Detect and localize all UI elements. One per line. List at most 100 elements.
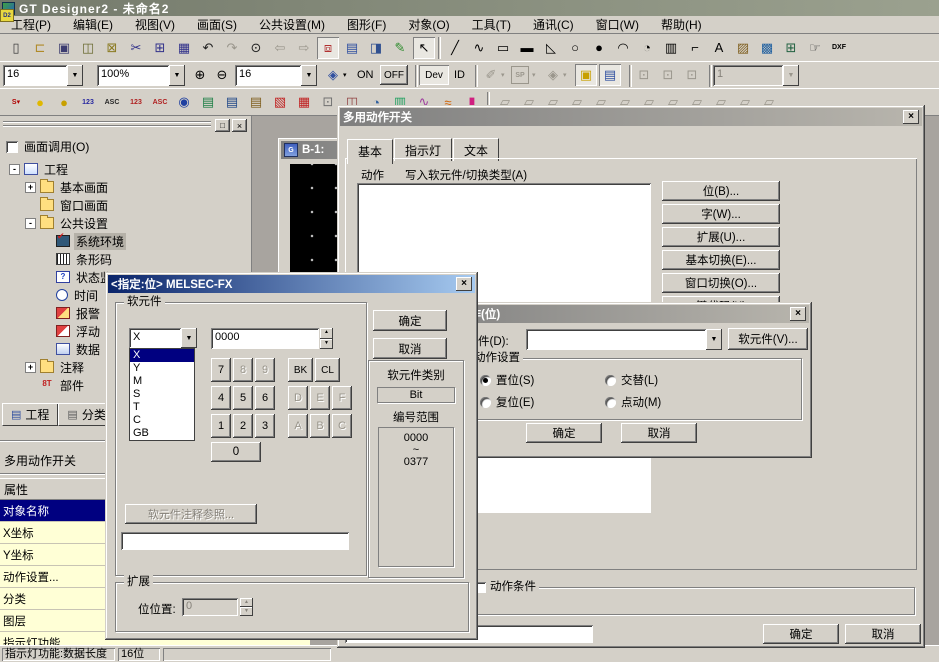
word-lamp-icon[interactable]: ●	[53, 91, 75, 113]
panel-maximize-button[interactable]: □	[215, 119, 230, 132]
action-radio-option[interactable]: 置位(S)	[480, 369, 605, 391]
pen-style-dropdown-icon[interactable]: ▾	[501, 71, 505, 79]
grid-on-label[interactable]: ON	[357, 69, 374, 81]
keypad-key[interactable]: B	[310, 414, 330, 438]
keypad-key[interactable]: 2	[233, 414, 253, 438]
keypad-key[interactable]: 4	[211, 386, 231, 410]
menu-item[interactable]: 窗口(W)	[585, 15, 650, 34]
spin-down-icon[interactable]: ▼	[320, 339, 333, 350]
tree-item[interactable]: - 工程	[2, 160, 248, 178]
arc-icon[interactable]: ◠	[612, 37, 634, 59]
keypad-key[interactable]: C	[332, 414, 352, 438]
device-type-combo[interactable]: X ▼	[129, 328, 197, 348]
action-type-button[interactable]: 扩展(U)...	[662, 227, 780, 247]
sp-marker-icon[interactable]: SP	[511, 66, 529, 84]
parts-display-icon[interactable]: ⊡	[317, 91, 339, 113]
rect-icon[interactable]: ▭	[492, 37, 514, 59]
next-screen-icon[interactable]: ⇨	[293, 37, 315, 59]
tree-expand-icon[interactable]: -	[9, 164, 20, 175]
tree-expand-icon[interactable]: -	[25, 218, 36, 229]
keypad-zero-key[interactable]: 0	[211, 442, 261, 462]
tree-item[interactable]: 系统环境	[2, 232, 248, 250]
text-icon[interactable]: A	[708, 37, 730, 59]
cancel-button[interactable]: 取消	[845, 624, 921, 644]
screen-call-checkbox[interactable]	[6, 141, 18, 153]
screen-image-icon[interactable]: ◨	[365, 37, 387, 59]
scale-icon[interactable]: ▥	[660, 37, 682, 59]
numeric-display-icon[interactable]: 123	[77, 91, 99, 113]
bit-lamp-icon[interactable]: ●	[29, 91, 51, 113]
save-screen-icon[interactable]: ◫	[77, 37, 99, 59]
hand-icon[interactable]: ☞	[804, 37, 826, 59]
select-cursor-icon[interactable]: ↖	[413, 37, 435, 59]
menu-item[interactable]: 通讯(C)	[522, 15, 585, 34]
device-number-spinner[interactable]: ▲▼	[320, 328, 333, 349]
paste-icon[interactable]: ▦	[173, 37, 195, 59]
menu-item[interactable]: 编辑(E)	[62, 15, 124, 34]
draw-pen-icon[interactable]: ✎	[389, 37, 411, 59]
zoom-in-icon[interactable]: ⊕	[189, 64, 211, 86]
device-type-option[interactable]: GB	[130, 427, 194, 440]
device-type-option[interactable]: M	[130, 375, 194, 388]
circle-icon[interactable]: ○	[564, 37, 586, 59]
bit-position-input[interactable]: 0	[182, 598, 238, 616]
device-type-option[interactable]: S	[130, 388, 194, 401]
menu-item[interactable]: 帮助(H)	[650, 15, 713, 34]
panel-grip[interactable]	[3, 121, 211, 123]
ungroup-icon[interactable]: ⊡	[657, 64, 679, 86]
open-icon[interactable]: ⊏	[29, 37, 51, 59]
keypad-key[interactable]: 9	[255, 358, 275, 382]
ascii-input-icon[interactable]: ASC	[149, 91, 171, 113]
action-radio-option[interactable]: 交替(L)	[605, 369, 730, 391]
ok-button[interactable]: 确定	[763, 624, 839, 644]
tree-expand-icon[interactable]: +	[25, 362, 36, 373]
id-label[interactable]: ID	[454, 69, 465, 81]
panel-grip[interactable]	[3, 125, 211, 127]
sector-icon[interactable]: ◔	[636, 37, 658, 59]
device-type-option[interactable]: Y	[130, 362, 194, 375]
grid-off-button[interactable]: OFF	[380, 65, 408, 85]
close-icon[interactable]: ×	[790, 307, 806, 321]
paint-icon[interactable]: ▨	[732, 37, 754, 59]
keypad-key[interactable]: A	[288, 414, 308, 438]
fill-style-dropdown-icon[interactable]: ▾	[563, 71, 567, 79]
menu-item[interactable]: 视图(V)	[124, 15, 186, 34]
device-display-toggle-icon[interactable]: ▣	[575, 64, 597, 86]
keypad-key[interactable]: 7	[211, 358, 231, 382]
copy-icon[interactable]: ⊞	[149, 37, 171, 59]
comment-screen-icon[interactable]: ▤	[245, 91, 267, 113]
close-icon[interactable]: ×	[903, 110, 919, 124]
ok-button[interactable]: 确定	[526, 423, 602, 443]
prev-screen-icon[interactable]: ⇦	[269, 37, 291, 59]
device-number-input[interactable]: 0000	[211, 328, 319, 349]
menu-item[interactable]: 图形(F)	[336, 15, 397, 34]
pipe-icon[interactable]: ⌐	[684, 37, 706, 59]
keypad-key[interactable]: F	[332, 386, 352, 410]
dialog-tab[interactable]: 基本	[347, 139, 393, 164]
tree-expand-icon[interactable]: +	[25, 182, 36, 193]
action-radio-option[interactable]: 复位(E)	[480, 391, 605, 413]
chevron-down-icon[interactable]: ▼	[181, 328, 197, 348]
tree-item[interactable]: 窗口画面	[2, 196, 248, 214]
keypad-key[interactable]: 8	[233, 358, 253, 382]
chevron-down-icon[interactable]: ▼	[169, 65, 185, 86]
keypad-key[interactable]: E	[310, 386, 330, 410]
action-radio-option[interactable]: 点动(M)	[605, 391, 730, 413]
filled-rect-icon[interactable]: ▬	[516, 37, 538, 59]
polygon-icon[interactable]: ◺	[540, 37, 562, 59]
cancel-button[interactable]: 取消	[621, 423, 697, 443]
comment-word-icon[interactable]: ▤	[221, 91, 243, 113]
device-type-option[interactable]: X	[130, 349, 194, 362]
group-icon[interactable]: ⊡	[633, 64, 655, 86]
keypad-key[interactable]: 3	[255, 414, 275, 438]
device-combo[interactable]: ▼	[526, 329, 722, 350]
cut-icon[interactable]: ✂	[125, 37, 147, 59]
redo-icon[interactable]: ↷	[221, 37, 243, 59]
canvas-icon[interactable]: ⊞	[780, 37, 802, 59]
device-type-option[interactable]: T	[130, 401, 194, 414]
keypad-key[interactable]: 5	[233, 386, 253, 410]
keypad-key[interactable]: 6	[255, 386, 275, 410]
numeric-input-icon[interactable]: 123	[125, 91, 147, 113]
keypad-key[interactable]: BK	[288, 358, 313, 382]
undo-icon[interactable]: ↶	[197, 37, 219, 59]
